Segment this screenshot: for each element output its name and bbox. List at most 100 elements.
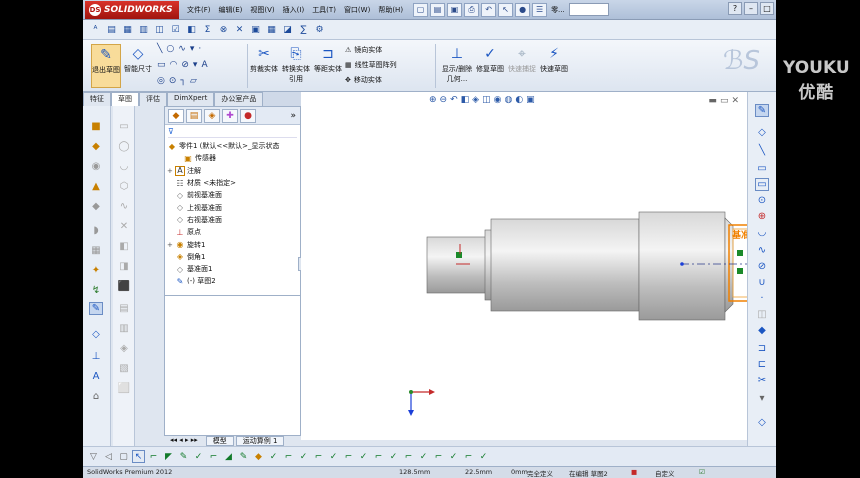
convert-entities-button[interactable]: ⎘ 转换实体引用: [281, 44, 311, 88]
filter-hole-icon[interactable]: ⌐: [342, 450, 355, 463]
rectangle-tool-icon[interactable]: ▭: [755, 162, 769, 175]
tab-evaluate[interactable]: 评估: [139, 92, 167, 106]
tab-model[interactable]: 模型: [205, 436, 234, 446]
filter-sketch-icon[interactable]: ✎: [177, 450, 190, 463]
quick-snaps-button[interactable]: ⌖ 快速捕捉: [507, 44, 537, 88]
menu-tools[interactable]: 工具(T): [308, 5, 340, 15]
filter-bom-icon[interactable]: ⌐: [402, 450, 415, 463]
tool-icon[interactable]: ⚙: [313, 23, 326, 36]
tree-node-sensors[interactable]: ▣ 传感器: [167, 152, 300, 164]
centerline-start-point[interactable]: [680, 262, 684, 266]
dropdown-icon[interactable]: ▾: [190, 44, 195, 54]
center-arc-icon[interactable]: ⊕: [755, 210, 769, 223]
tree-node-material[interactable]: ☷ 材质 <未指定>: [167, 177, 300, 189]
filter-balloon-icon[interactable]: ⌐: [312, 450, 325, 463]
calculator-icon[interactable]: ▦: [265, 23, 278, 36]
point-tool-icon[interactable]: ✕: [117, 220, 131, 233]
text-sketch-icon[interactable]: ◆: [755, 324, 769, 337]
menu-file[interactable]: 文件(F): [183, 5, 215, 15]
trim-sketch-icon[interactable]: ✂: [755, 374, 769, 387]
measure-icon[interactable]: ✕: [233, 23, 246, 36]
relation-icon[interactable]: ⊗: [217, 23, 230, 36]
display-manager-icon[interactable]: ●: [240, 108, 256, 123]
slot-icon[interactable]: ◎: [157, 76, 165, 86]
relation-tool-icon[interactable]: ⊥: [89, 350, 103, 363]
hole-icon[interactable]: ⌂: [89, 390, 103, 403]
revolve-icon[interactable]: ◉: [89, 160, 103, 173]
filter-vertex-icon[interactable]: ⌐: [147, 450, 160, 463]
graphics-area[interactable]: ⊕ ⊖ ↶ ◧ ◈ ◫ ◉ ◍ ◐ ▣ ▬ ▭ ✕ 基准面: [301, 92, 759, 440]
exit-sketch-button[interactable]: ✎ 退出草图: [91, 44, 121, 88]
open-folder-icon[interactable]: ▤: [430, 2, 446, 17]
menu-window[interactable]: 窗口(W): [340, 5, 374, 15]
search-input[interactable]: [568, 3, 609, 16]
filter-gtol-icon[interactable]: ✓: [417, 450, 430, 463]
layer-icon[interactable]: ◧: [185, 23, 198, 36]
fillet-feature-icon[interactable]: ◗: [89, 224, 103, 237]
smart-dim-tool-icon[interactable]: ◇: [755, 126, 769, 139]
filter-point-icon[interactable]: ✓: [192, 450, 205, 463]
sweep-icon[interactable]: ▲: [89, 180, 103, 193]
sketch-toggle-icon[interactable]: ✎: [89, 302, 103, 315]
curve-icon[interactable]: ↯: [89, 284, 103, 297]
filter-bar-icon[interactable]: ▽: [87, 450, 100, 463]
filter-text-icon[interactable]: ⌐: [432, 450, 445, 463]
circle-tool-icon[interactable]: ⊙: [755, 194, 769, 207]
fillet-icon[interactable]: ⊙: [169, 76, 177, 86]
mirror-tool-icon[interactable]: ⬛: [117, 280, 131, 293]
spline-icon[interactable]: ∿: [178, 44, 186, 54]
parabola-tool-icon[interactable]: ∪: [755, 276, 769, 289]
summation-icon[interactable]: Σ: [201, 23, 214, 36]
filter-plane-icon[interactable]: ◢: [222, 450, 235, 463]
filter-center-icon[interactable]: ✓: [447, 450, 460, 463]
analyze-icon[interactable]: ▣: [249, 23, 262, 36]
options-icon[interactable]: ☰: [532, 2, 548, 17]
filter-route-icon[interactable]: ⌐: [372, 450, 385, 463]
rapid-sketch-button[interactable]: ⚡ 快速草图: [539, 44, 569, 88]
note-icon[interactable]: ▤: [105, 23, 118, 36]
dimension-icon[interactable]: ◇: [89, 328, 103, 341]
feature-icon[interactable]: ■: [89, 120, 103, 133]
filter-note-icon[interactable]: ◆: [252, 450, 265, 463]
filter-axis-icon[interactable]: ⌐: [207, 450, 220, 463]
maximize-icon[interactable]: □: [760, 2, 774, 15]
menu-edit[interactable]: 编辑(E): [215, 5, 247, 15]
smart-dimension-button[interactable]: ◇ 智能尺寸: [123, 44, 153, 88]
filter-face-icon[interactable]: ◤: [162, 450, 175, 463]
tab-motion-study[interactable]: 运动算例 1: [235, 436, 285, 446]
trim-tool-icon[interactable]: ◧: [117, 240, 131, 253]
tree-node-front-plane[interactable]: ◇ 前视基准面: [167, 189, 300, 201]
tree-node-annotations[interactable]: + A 注解: [167, 165, 300, 177]
rebuild-status-icon[interactable]: ■: [631, 468, 637, 476]
minimize-icon[interactable]: –: [744, 2, 758, 15]
tree-node-sketch2[interactable]: ✎ (-) 草图2: [167, 275, 300, 287]
box-icon[interactable]: ◫: [153, 23, 166, 36]
menu-view[interactable]: 视图(V): [246, 5, 278, 15]
circle-icon[interactable]: ○: [166, 44, 174, 54]
loft-icon[interactable]: ◆: [89, 200, 103, 213]
text-icon[interactable]: A: [201, 60, 207, 70]
filter-cosmetic-icon[interactable]: ✓: [357, 450, 370, 463]
expand-plus-icon[interactable]: +: [167, 167, 175, 175]
rebuild-icon[interactable]: ●: [515, 2, 531, 17]
note-tool-icon[interactable]: A: [89, 370, 103, 383]
rib-icon[interactable]: ✦: [89, 264, 103, 277]
line-icon[interactable]: ╲: [157, 44, 162, 54]
offset-sketch-icon[interactable]: ⊏: [755, 358, 769, 371]
filter-connect-icon[interactable]: ✓: [477, 450, 490, 463]
tree-node-top-plane[interactable]: ◇ 上视基准面: [167, 201, 300, 213]
block-tool-icon[interactable]: ▧: [117, 362, 131, 375]
line-tool-icon[interactable]: ╲: [755, 144, 769, 157]
tree-node-plane1[interactable]: ◇ 基准面1: [167, 263, 300, 275]
equation-icon[interactable]: ∑: [297, 23, 310, 36]
custom-units[interactable]: 自定义: [655, 468, 675, 478]
spline-tool-icon[interactable]: ∿: [755, 244, 769, 257]
linear-pattern-button[interactable]: ▦ 线性草图阵列: [345, 60, 397, 70]
scroll-down-icon[interactable]: ▾: [755, 392, 769, 405]
filter-datum-icon[interactable]: ⌐: [282, 450, 295, 463]
tree-node-origin[interactable]: ⊥ 原点: [167, 226, 300, 238]
filter-surface-icon[interactable]: ✓: [297, 450, 310, 463]
filter-edges-icon[interactable]: ◁: [102, 450, 115, 463]
property-manager-icon[interactable]: ▤: [186, 108, 202, 123]
grid-icon[interactable]: ▥: [137, 23, 150, 36]
